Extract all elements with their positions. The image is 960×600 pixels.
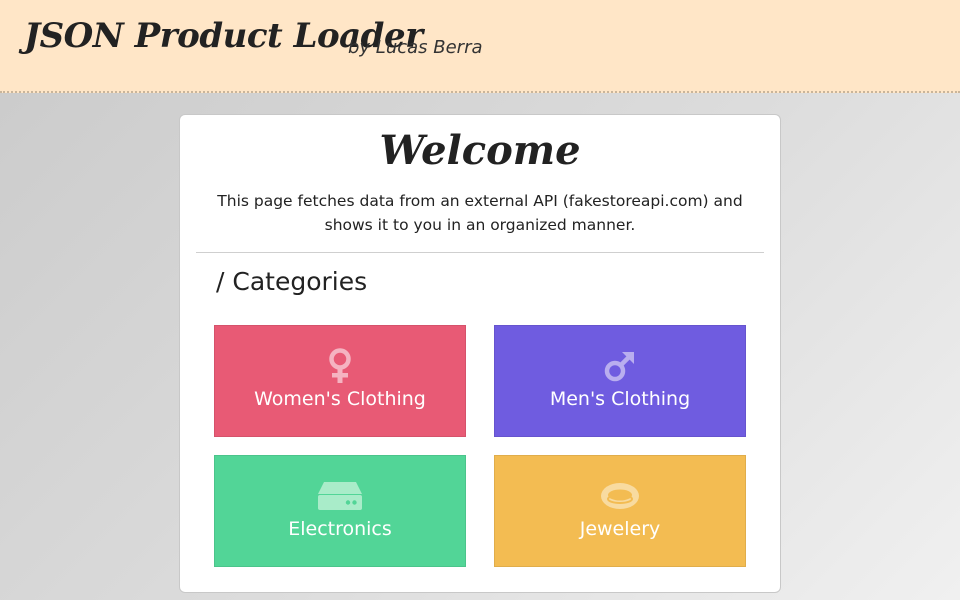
categories-heading: / Categories (216, 267, 368, 296)
welcome-title: Welcome (379, 127, 581, 174)
ring-icon (495, 476, 745, 516)
category-label: Jewelery (579, 518, 661, 540)
category-tile-womens-clothing[interactable]: Women's Clothing (214, 325, 466, 437)
app-author: by Lucas Berra (348, 37, 483, 58)
hard-drive-icon (215, 476, 465, 516)
category-label: Women's Clothing (254, 388, 426, 410)
category-label: Men's Clothing (549, 388, 691, 410)
divider (196, 252, 764, 253)
app-header: JSON Product Loader by Lucas Berra (0, 0, 960, 93)
welcome-description: This page fetches data from an external … (217, 192, 743, 234)
female-icon (215, 346, 465, 386)
welcome-card: Welcome This page fetches data from an e… (179, 114, 781, 593)
male-icon (495, 346, 745, 386)
category-tile-electronics[interactable]: Electronics (214, 455, 466, 567)
category-label: Electronics (288, 518, 392, 540)
category-tile-jewelery[interactable]: Jewelery (494, 455, 746, 567)
category-tile-mens-clothing[interactable]: Men's Clothing (494, 325, 746, 437)
